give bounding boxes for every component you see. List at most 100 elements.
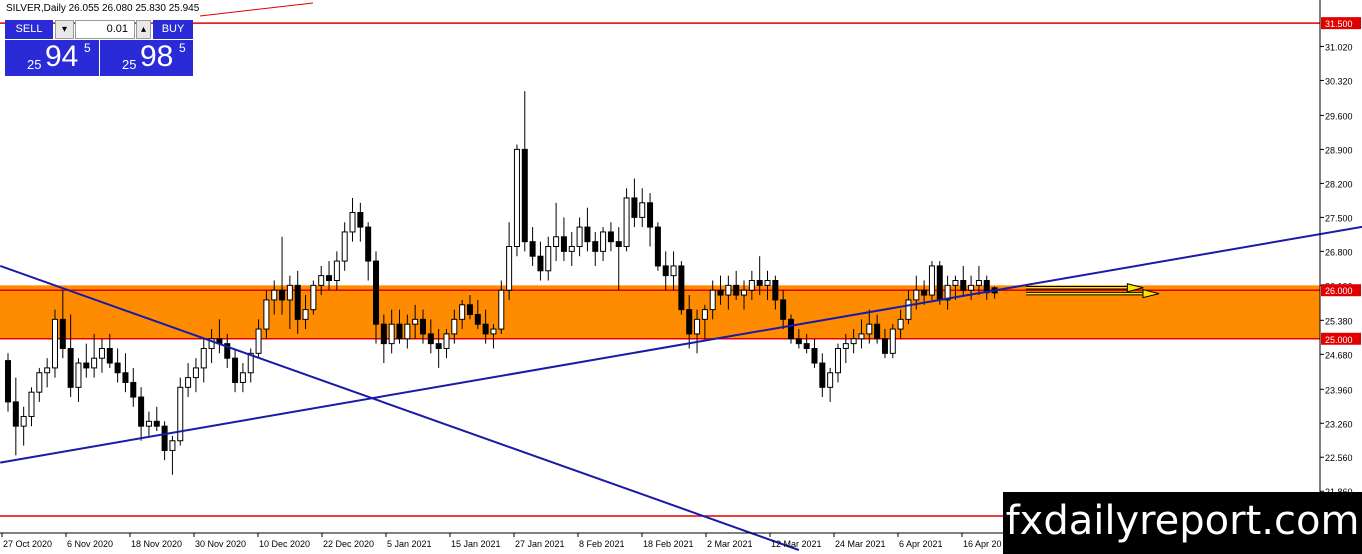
candle-body bbox=[905, 299, 912, 320]
candle-body bbox=[459, 304, 466, 320]
buy-button[interactable]: BUY bbox=[153, 20, 193, 39]
candle-body bbox=[388, 323, 395, 345]
time-tick-label: 30 Nov 2020 bbox=[195, 539, 246, 549]
watermark-logo: fxdailyreport.com bbox=[1003, 492, 1362, 554]
price-tick-label: 22.560 bbox=[1325, 453, 1353, 463]
lot-up-button[interactable]: ▴ bbox=[136, 20, 151, 39]
candle-body bbox=[443, 333, 450, 349]
level-price-label: 25.000 bbox=[1325, 335, 1353, 345]
one-click-trading-panel: SELL ▾ 0.01 ▴ BUY 25 94 5 25 98 5 bbox=[5, 20, 193, 76]
time-tick-label: 5 Jan 2021 bbox=[387, 539, 432, 549]
candle-body bbox=[858, 333, 865, 340]
candle-body bbox=[255, 328, 262, 354]
candle-body bbox=[161, 425, 168, 451]
candle-body bbox=[200, 347, 207, 369]
candle-body bbox=[568, 246, 575, 252]
candle-body bbox=[20, 415, 27, 427]
candle-body bbox=[294, 284, 301, 320]
price-chart[interactable]: 31.020 30.320 29.600 28.900 28.200 27.500 26.8… bbox=[0, 0, 1362, 554]
time-tick-label: 10 Dec 2020 bbox=[259, 539, 310, 549]
candle-body bbox=[138, 396, 145, 427]
candle-body bbox=[615, 241, 622, 248]
candle-body bbox=[98, 347, 105, 359]
candle-body bbox=[59, 318, 66, 349]
candle-body bbox=[91, 357, 98, 369]
price-tick-label: 29.600 bbox=[1325, 111, 1353, 121]
level-price-label: 31.500 bbox=[1325, 19, 1353, 29]
symbol-info-header: SILVER,Daily 26.055 26.080 25.830 25.945 bbox=[6, 3, 200, 14]
lot-size-input[interactable]: 0.01 bbox=[75, 20, 135, 39]
candle-body bbox=[889, 328, 896, 354]
candle-body bbox=[67, 347, 74, 388]
candle-body bbox=[44, 367, 51, 374]
candle-body bbox=[811, 347, 818, 364]
candle-body bbox=[122, 372, 129, 383]
candle-body bbox=[795, 338, 802, 345]
candle-body bbox=[114, 362, 121, 374]
candle-body bbox=[921, 289, 928, 296]
buy-price-pip: 5 bbox=[179, 41, 186, 55]
candle-body bbox=[654, 226, 661, 267]
sell-price-prefix: 25 bbox=[27, 57, 42, 72]
candle-body bbox=[310, 284, 317, 311]
candle-body bbox=[529, 241, 536, 257]
candle-body bbox=[741, 289, 748, 296]
candle-body bbox=[576, 226, 583, 248]
candle-body bbox=[412, 318, 419, 325]
time-tick-label: 12 Mar 2021 bbox=[771, 539, 822, 549]
lot-down-button[interactable]: ▾ bbox=[55, 20, 74, 39]
candle-body bbox=[75, 362, 82, 388]
time-tick-label: 6 Nov 2020 bbox=[67, 539, 113, 549]
candle-body bbox=[106, 347, 113, 364]
candle-body bbox=[521, 148, 528, 243]
candle-body bbox=[834, 347, 841, 374]
candle-body bbox=[474, 313, 481, 325]
candle-body bbox=[451, 318, 458, 335]
level-price-label: 26.000 bbox=[1325, 286, 1353, 296]
price-tick-label: 30.320 bbox=[1325, 76, 1353, 86]
candle-body bbox=[842, 343, 849, 349]
candle-body bbox=[318, 275, 325, 286]
candle-body bbox=[169, 440, 176, 451]
time-tick-label: 15 Jan 2021 bbox=[451, 539, 501, 549]
candle-body bbox=[192, 367, 199, 379]
candle-body bbox=[232, 357, 239, 383]
candle-body bbox=[396, 323, 403, 340]
candle-body bbox=[36, 372, 43, 393]
candle-body bbox=[928, 265, 935, 296]
candle-body bbox=[647, 202, 654, 228]
sell-button[interactable]: SELL bbox=[5, 20, 53, 39]
sell-price-button[interactable]: 25 94 5 bbox=[5, 40, 99, 76]
candle-body bbox=[827, 372, 834, 388]
candle-body bbox=[263, 299, 270, 330]
candle-body bbox=[819, 362, 826, 388]
candle-body bbox=[145, 420, 152, 427]
price-tick-label: 25.380 bbox=[1325, 316, 1353, 326]
price-tick-label: 31.020 bbox=[1325, 42, 1353, 52]
candle-body bbox=[952, 279, 959, 286]
candle-body bbox=[185, 377, 192, 388]
candle-body bbox=[51, 318, 58, 369]
candle-body bbox=[271, 289, 278, 301]
candle-body bbox=[419, 318, 426, 335]
candle-body bbox=[341, 231, 348, 262]
time-tick-label: 18 Feb 2021 bbox=[643, 539, 694, 549]
candle-body bbox=[545, 246, 552, 272]
candle-body bbox=[427, 333, 434, 345]
candle-body bbox=[936, 265, 943, 301]
buy-price-main: 98 bbox=[140, 40, 174, 73]
time-tick-label: 27 Oct 2020 bbox=[3, 539, 52, 549]
time-tick-label: 18 Nov 2020 bbox=[131, 539, 182, 549]
candle-body bbox=[83, 362, 90, 369]
candle-body bbox=[694, 318, 701, 335]
candle-body bbox=[772, 279, 779, 301]
candle-body bbox=[153, 420, 160, 427]
candle-body bbox=[639, 202, 646, 218]
buy-price-button[interactable]: 25 98 5 bbox=[100, 40, 193, 76]
candle-body bbox=[623, 197, 630, 248]
candle-body bbox=[764, 279, 771, 286]
candle-body bbox=[780, 299, 787, 320]
candle-body bbox=[490, 328, 497, 335]
candle-body bbox=[897, 318, 904, 330]
candle-body bbox=[12, 401, 19, 427]
